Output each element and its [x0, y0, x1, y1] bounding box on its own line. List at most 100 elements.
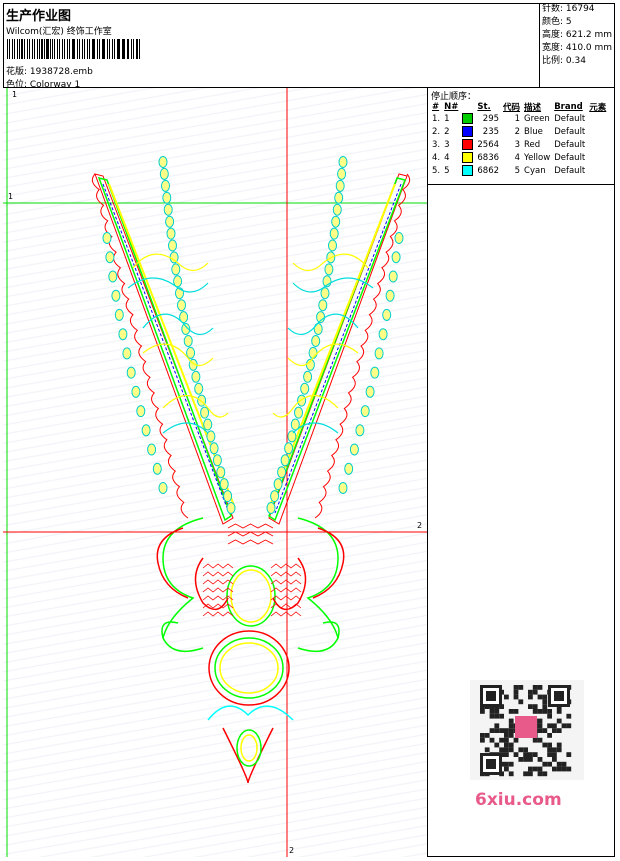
qr-module [489, 713, 495, 719]
table-row: 2. 2 235 2 Blue Default [430, 126, 608, 139]
bead [147, 443, 157, 456]
design-stats: 针数: 16794 颜色: 5 高度: 621.2 mm 宽度: 410.0 m… [540, 3, 615, 88]
design-width: 宽度: 410.0 mm [542, 43, 613, 53]
color-swatch-cell [460, 113, 475, 126]
qr-module [561, 761, 567, 767]
barcode-bar [66, 39, 68, 59]
qr-module [513, 689, 519, 695]
cell-el [587, 139, 608, 152]
bead [266, 502, 276, 514]
barcode-bar [38, 39, 40, 59]
qr-module [556, 728, 562, 733]
barcode-bar [49, 39, 51, 59]
design-scale: 比例: 0.34 [542, 56, 586, 66]
bead [226, 502, 236, 514]
qr-module [489, 728, 495, 733]
bead [388, 270, 398, 283]
zigzag-fill [202, 595, 234, 601]
table-row: 1. 1 295 1 Green Default [430, 113, 608, 126]
qr-module [504, 742, 509, 748]
qr-module [523, 752, 528, 757]
barcode-bar [41, 39, 43, 59]
barcode-bar [46, 39, 49, 59]
bead [219, 478, 229, 491]
bead [284, 442, 294, 455]
embroidery-design [3, 88, 427, 857]
qr-module [532, 766, 538, 772]
barcode-bar [123, 39, 125, 59]
barcode-bar [126, 39, 128, 59]
barcode-bar [43, 39, 45, 59]
bead [111, 289, 121, 302]
qr-module [566, 723, 572, 729]
qr-module [556, 709, 562, 714]
qr-module [499, 747, 504, 753]
barcode-bar [68, 39, 70, 59]
col-header: 描述 [524, 102, 542, 113]
barcode-bar [17, 39, 18, 59]
qr-module [504, 747, 509, 753]
cell-n: 5 [444, 166, 450, 176]
watermark: 6xiu.com [475, 790, 562, 810]
axis-label-bottom: 2 [289, 846, 295, 855]
qr-module [537, 709, 543, 714]
bead [394, 232, 404, 244]
qr-module [537, 718, 543, 724]
bead [102, 232, 112, 244]
qr-module [566, 713, 572, 719]
barcode-bar [86, 39, 88, 59]
col-header [460, 100, 475, 113]
col-header: N# [444, 101, 459, 112]
bead [203, 418, 213, 431]
qr-module [513, 685, 519, 690]
cell-idx: 2. [432, 127, 441, 137]
barcode-bar [83, 39, 85, 59]
barcode-bar [96, 39, 98, 59]
barcode-bar [111, 39, 114, 59]
bead [332, 203, 342, 216]
qr-module [528, 771, 533, 777]
qr-module [556, 718, 562, 724]
qr-module [528, 752, 533, 757]
barcode-bar [9, 39, 11, 59]
bead [158, 482, 168, 494]
color-swatch [462, 126, 474, 137]
qr-module [561, 723, 567, 729]
qr-module [547, 723, 552, 729]
cell-desc: Cyan [524, 166, 546, 176]
qr-module [542, 704, 548, 709]
bead [105, 251, 115, 264]
color-count: 颜色: 5 [542, 17, 572, 27]
barcode [7, 39, 142, 59]
bead [374, 347, 384, 360]
qr-module [532, 737, 538, 743]
cell-desc: Yellow [524, 153, 551, 163]
color-swatch [462, 113, 474, 124]
barcode-bar [62, 39, 63, 59]
bead [171, 263, 181, 276]
bead [385, 289, 395, 302]
qr-module [537, 694, 543, 700]
cell-n: 1 [444, 114, 450, 124]
zigzag-fill [227, 539, 274, 545]
bead [161, 179, 170, 192]
barcode-bar [7, 39, 9, 59]
barcode-bar [73, 39, 76, 59]
qr-module [528, 694, 533, 700]
qr-module [518, 747, 524, 753]
bead [320, 287, 330, 300]
zigzag-fill [227, 523, 274, 529]
qr-module [566, 766, 572, 772]
qr-module [537, 757, 543, 762]
bead [126, 366, 136, 379]
axis-label-right: 2 [417, 521, 423, 530]
qr-module [537, 723, 543, 729]
barcode-bar [37, 39, 38, 59]
qr-module [494, 728, 500, 733]
cell-n: 4 [444, 153, 450, 163]
qr-module [547, 709, 552, 714]
qr-module [513, 737, 519, 743]
qr-module [489, 737, 495, 743]
cell-idx: 5. [432, 166, 441, 176]
bead [191, 370, 201, 383]
